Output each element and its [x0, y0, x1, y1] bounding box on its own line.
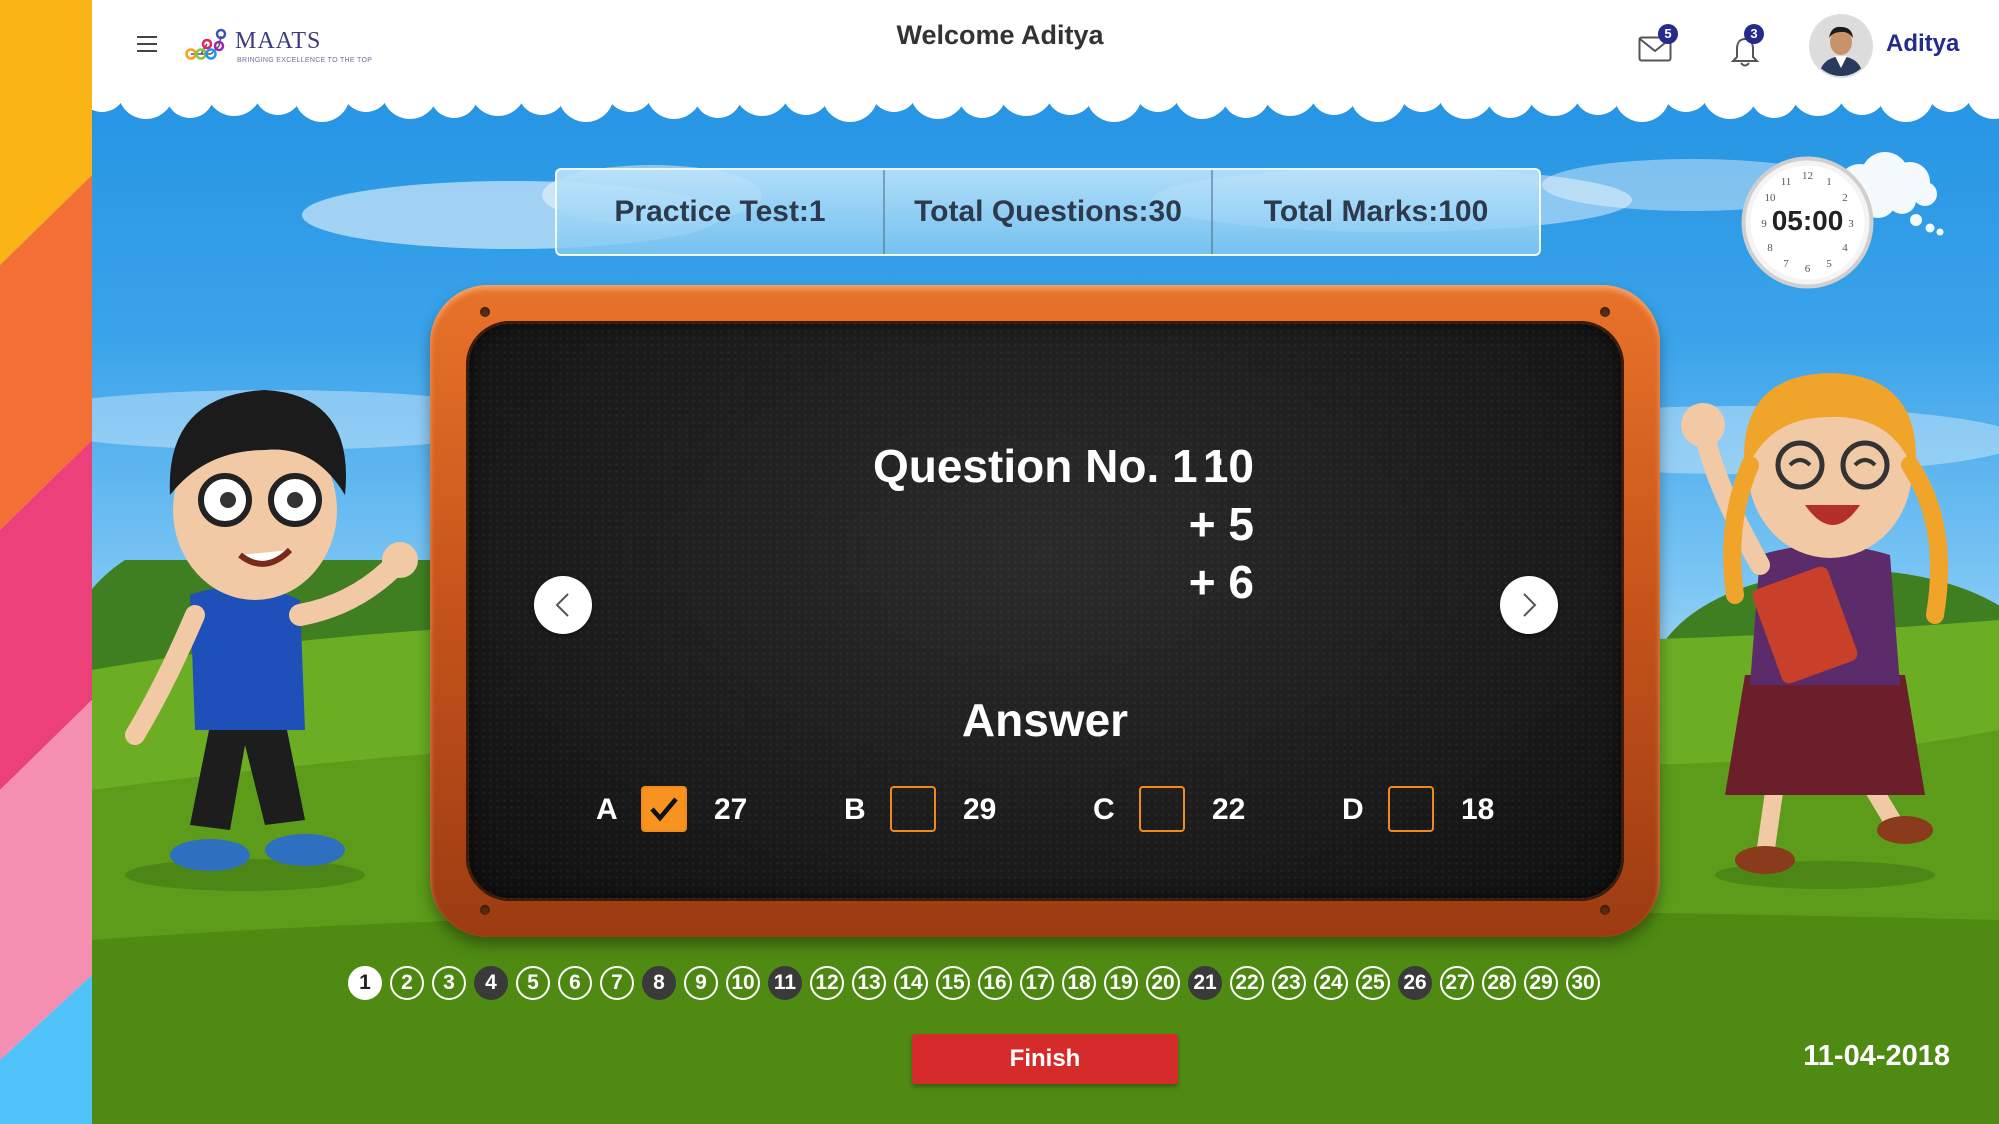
- page-button-27[interactable]: 27: [1440, 966, 1474, 1000]
- page-button-29[interactable]: 29: [1524, 966, 1558, 1000]
- svg-text:6: 6: [1805, 263, 1811, 275]
- total-marks-label: Total Marks:100: [1211, 170, 1539, 254]
- page-button-8[interactable]: 8: [642, 966, 676, 1000]
- current-date: 11-04-2018: [1803, 1040, 1950, 1072]
- page-button-15[interactable]: 15: [936, 966, 970, 1000]
- chalkboard: Question No. 1 : 10 + 5 + 6 Answer A 27 …: [430, 285, 1660, 937]
- test-info-bar: Practice Test:1 Total Questions:30 Total…: [555, 168, 1541, 256]
- page-button-11[interactable]: 11: [768, 966, 802, 1000]
- user-avatar[interactable]: [1811, 16, 1871, 76]
- page-button-24[interactable]: 24: [1314, 966, 1348, 1000]
- question-panel: Question No. 1 : 10 + 5 + 6 Answer A 27 …: [466, 321, 1624, 901]
- girl-character-illustration: [1681, 373, 1949, 889]
- next-question-button[interactable]: [1500, 576, 1558, 634]
- option-b-value: 29: [963, 793, 997, 826]
- question-operand-1: 10: [1202, 440, 1254, 492]
- option-b-letter: B: [844, 793, 866, 826]
- page-button-5[interactable]: 5: [516, 966, 550, 1000]
- page-button-13[interactable]: 13: [852, 966, 886, 1000]
- option-c-value: 22: [1212, 793, 1246, 826]
- page-button-30[interactable]: 30: [1566, 966, 1600, 1000]
- svg-text:12: 12: [1802, 170, 1813, 182]
- page-button-17[interactable]: 17: [1020, 966, 1054, 1000]
- page-button-10[interactable]: 10: [726, 966, 760, 1000]
- logo-molecule-icon: [185, 28, 227, 60]
- option-b-checkbox[interactable]: [890, 786, 936, 832]
- option-a-checkbox[interactable]: [641, 786, 687, 832]
- page-button-7[interactable]: 7: [600, 966, 634, 1000]
- page-button-18[interactable]: 18: [1062, 966, 1096, 1000]
- option-a-value: 27: [714, 793, 748, 826]
- practice-test-label: Practice Test:1: [614, 195, 826, 228]
- svg-text:8: 8: [1767, 242, 1773, 254]
- page-button-14[interactable]: 14: [894, 966, 928, 1000]
- question-operand-2: + 5: [1188, 498, 1254, 550]
- checkmark-icon: [650, 797, 678, 822]
- svg-text:7: 7: [1783, 258, 1789, 270]
- page-button-12[interactable]: 12: [810, 966, 844, 1000]
- option-a-letter: A: [596, 793, 618, 826]
- notification-button[interactable]: 3: [1730, 24, 1764, 68]
- page-button-21[interactable]: 21: [1188, 966, 1222, 1000]
- svg-text:4: 4: [1842, 242, 1848, 254]
- page-button-4[interactable]: 4: [474, 966, 508, 1000]
- option-d-value: 18: [1461, 793, 1495, 826]
- page-button-6[interactable]: 6: [558, 966, 592, 1000]
- svg-text:1: 1: [1826, 176, 1832, 188]
- logo-tagline: BRINGING EXCELLENCE TO THE TOP: [237, 57, 373, 64]
- page-button-22[interactable]: 22: [1230, 966, 1264, 1000]
- question-operand-3: + 6: [1188, 556, 1254, 608]
- option-d-checkbox[interactable]: [1388, 786, 1434, 832]
- page-button-19[interactable]: 19: [1104, 966, 1138, 1000]
- user-name[interactable]: Aditya: [1886, 30, 1959, 58]
- page-button-3[interactable]: 3: [432, 966, 466, 1000]
- mail-count-badge: 5: [1658, 24, 1678, 44]
- option-c-checkbox[interactable]: [1139, 786, 1185, 832]
- page-button-26[interactable]: 26: [1398, 966, 1432, 1000]
- page-button-25[interactable]: 25: [1356, 966, 1390, 1000]
- option-c-letter: C: [1093, 793, 1115, 826]
- svg-text:11: 11: [1781, 176, 1792, 188]
- answer-heading: Answer: [961, 694, 1129, 746]
- finish-button[interactable]: Finish: [912, 1034, 1178, 1084]
- option-d-letter: D: [1342, 793, 1364, 826]
- svg-text:5: 5: [1826, 258, 1832, 270]
- previous-question-button[interactable]: [534, 576, 592, 634]
- question-number-label: Question No. 1 :: [873, 440, 1226, 492]
- page-button-20[interactable]: 20: [1146, 966, 1180, 1000]
- clock-time: 05:00: [1771, 205, 1844, 236]
- countdown-clock: 12 1 2 3 4 5 6 7 8 9 10 11 05:00: [1740, 155, 1875, 290]
- notification-count-badge: 3: [1744, 24, 1764, 44]
- page-button-23[interactable]: 23: [1272, 966, 1306, 1000]
- chevron-left-icon: [555, 593, 569, 617]
- mail-button[interactable]: 5: [1638, 24, 1678, 62]
- svg-text:2: 2: [1842, 192, 1848, 204]
- left-color-stripe: [0, 0, 92, 1124]
- logo-name: MAATS: [235, 28, 322, 54]
- welcome-title: Welcome Aditya: [896, 20, 1104, 50]
- total-questions-label: Total Questions:30: [883, 170, 1211, 254]
- menu-icon[interactable]: [137, 36, 157, 52]
- boy-character-illustration: [125, 390, 418, 891]
- page-button-1[interactable]: 1: [348, 966, 382, 1000]
- page-button-9[interactable]: 9: [684, 966, 718, 1000]
- page-button-28[interactable]: 28: [1482, 966, 1516, 1000]
- question-pagination: 1 2 3 4 5 6 7 8 9 10 11 12 13 14 15 16 17 18 19 20 21 22 23 24 2…: [348, 966, 1600, 1004]
- chevron-right-icon: [1523, 593, 1537, 617]
- svg-text:10: 10: [1765, 192, 1777, 204]
- page-button-2[interactable]: 2: [390, 966, 424, 1000]
- page-button-16[interactable]: 16: [978, 966, 1012, 1000]
- maats-logo: MAATS BRINGING EXCELLENCE TO THE TOP: [185, 24, 372, 70]
